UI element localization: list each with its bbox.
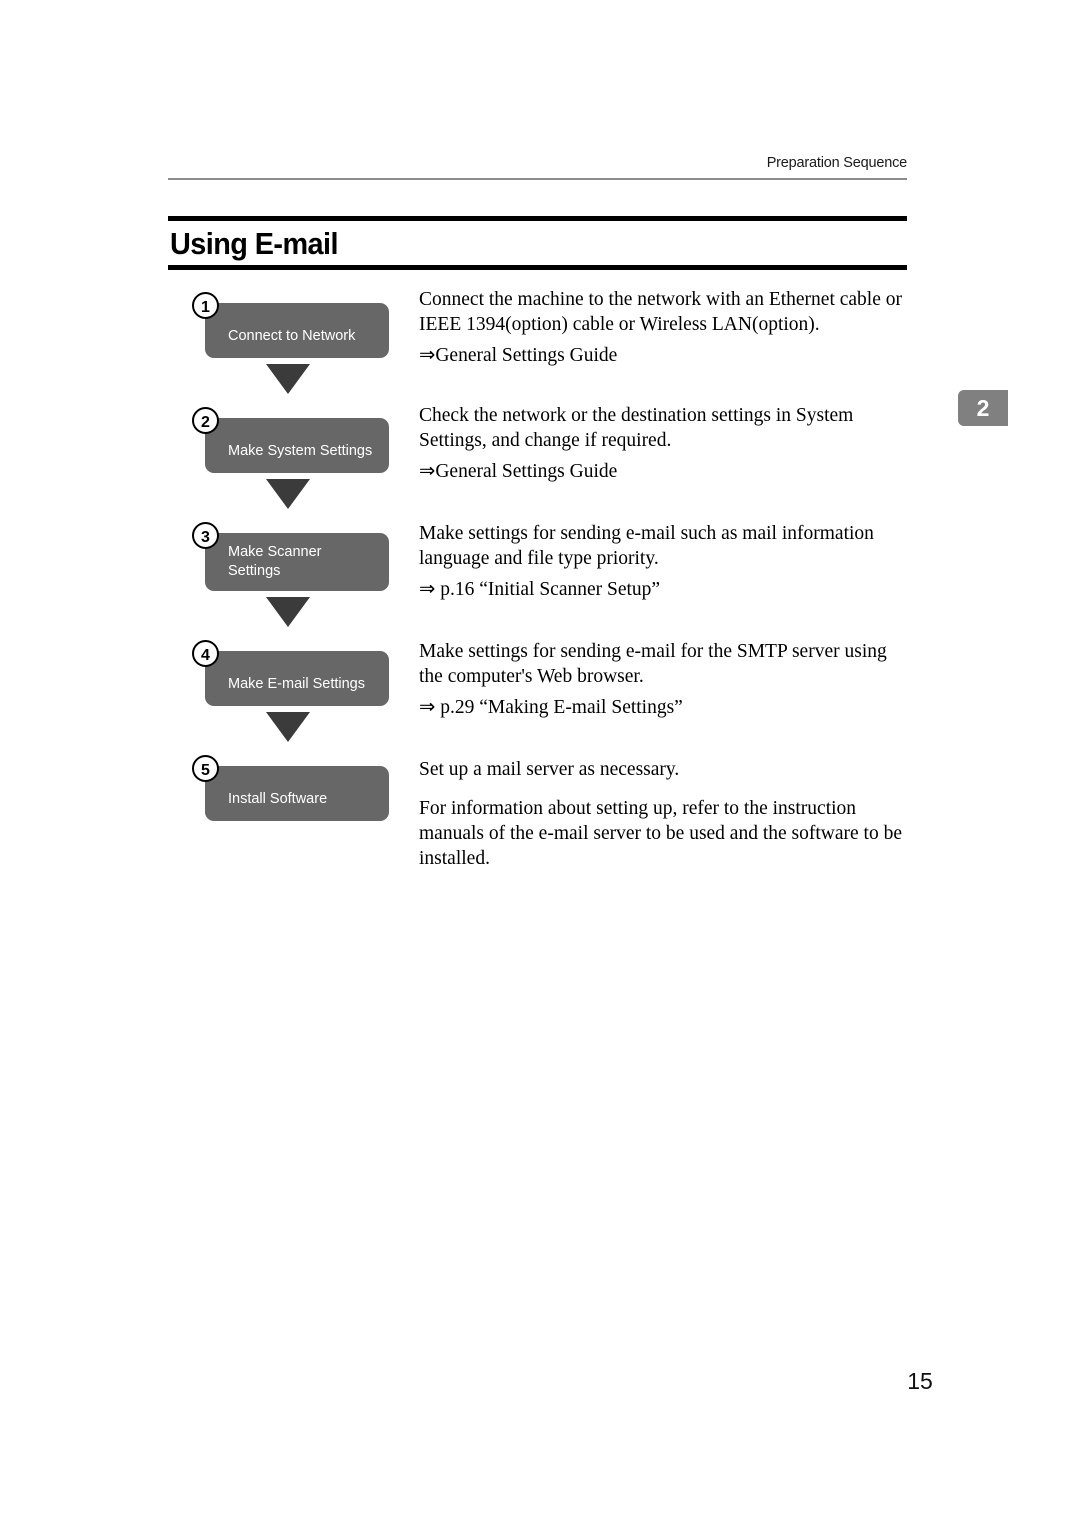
step-description-2-body: Check the network or the destination set… xyxy=(419,405,854,451)
step-description-3-reference: ⇒ p.16 “Initial Scanner Setup” xyxy=(419,579,661,600)
step-description-5-body: Set up a mail server as necessary. xyxy=(419,759,680,780)
flow-step-label-3-line1: Make Scanner xyxy=(228,544,322,560)
flow-arrow-down-2 xyxy=(266,479,310,509)
flow-gap-4 xyxy=(205,742,389,766)
flow-step-2: 2 Make System Settings xyxy=(192,407,389,533)
step-description-4-body: Make settings for sending e-mail for the… xyxy=(419,641,887,687)
flow-step-label-3-line2: Settings xyxy=(228,563,281,579)
flow-gap-1 xyxy=(205,394,389,418)
step-description-4: Make settings for sending e-mail for the… xyxy=(419,639,913,720)
flow-arrow-down-1 xyxy=(266,364,310,394)
flow-step-box-5: 5 Install Software xyxy=(192,755,389,821)
flow-step-label-1: Connect to Network xyxy=(228,328,356,344)
step-description-5: Set up a mail server as necessary. For i… xyxy=(419,757,913,871)
step-number-badge-2: 2 xyxy=(192,407,219,434)
step-number-badge-1: 1 xyxy=(192,292,219,319)
step-description-4-reference: ⇒ p.29 “Making E-mail Settings” xyxy=(419,697,683,718)
flow-step-1: 1 Connect to Network xyxy=(192,292,389,418)
flow-step-label-5: Install Software xyxy=(228,791,328,807)
flow-step-box-1: 1 Connect to Network xyxy=(192,292,389,358)
header-divider xyxy=(168,178,907,180)
step-description-1: Connect the machine to the network with … xyxy=(419,287,913,368)
flow-arrow-down-4 xyxy=(266,712,310,742)
flow-step-box-2: 2 Make System Settings xyxy=(192,407,389,473)
step-description-3: Make settings for sending e-mail such as… xyxy=(419,521,913,602)
flow-step-4: 4 Make E-mail Settings xyxy=(192,640,389,766)
page-number: 15 xyxy=(907,1368,933,1394)
flow-step-3: 3 Make Scanner Settings xyxy=(192,522,389,651)
flow-step-box-3: 3 Make Scanner Settings xyxy=(192,522,389,591)
flow-gap-2 xyxy=(205,509,389,533)
step-description-1-body: Connect the machine to the network with … xyxy=(419,289,902,335)
flow-step-label-2: Make System Settings xyxy=(228,443,373,459)
flow-arrow-down-3 xyxy=(266,597,310,627)
step-number-badge-4: 4 xyxy=(192,640,219,667)
flow-step-5: 5 Install Software xyxy=(192,755,389,821)
step-description-2-reference: ⇒General Settings Guide xyxy=(419,461,618,482)
title-rule-top xyxy=(168,216,907,221)
step-description-5-body-2: For information about setting up, refer … xyxy=(419,798,902,869)
title-rule-bottom xyxy=(168,265,907,270)
preparation-flow-diagram: 1 Connect to Network 2 Make System Setti… xyxy=(192,292,389,821)
page-title: Using E-mail xyxy=(170,226,338,261)
step-description-1-reference: ⇒General Settings Guide xyxy=(419,345,618,366)
running-header: Preparation Sequence xyxy=(766,155,908,171)
step-number-badge-3: 3 xyxy=(192,522,219,549)
flow-step-label-4: Make E-mail Settings xyxy=(228,676,365,692)
flow-step-box-4: 4 Make E-mail Settings xyxy=(192,640,389,706)
step-number-badge-5: 5 xyxy=(192,755,219,782)
flow-gap-3 xyxy=(205,627,389,651)
chapter-tab: 2 xyxy=(958,390,1008,426)
step-description-2: Check the network or the destination set… xyxy=(419,403,913,484)
step-description-3-body: Make settings for sending e-mail such as… xyxy=(419,523,874,569)
